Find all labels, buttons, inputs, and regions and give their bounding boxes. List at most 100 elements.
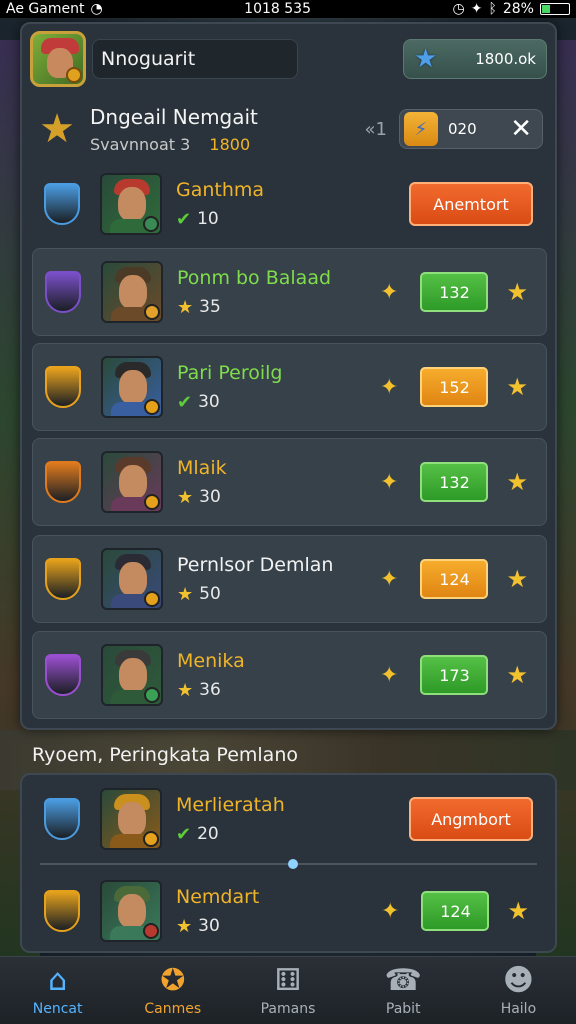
home-icon: ⌂ (48, 962, 68, 998)
section-chevron[interactable]: «1 (365, 119, 387, 140)
hero-avatar[interactable] (100, 173, 162, 235)
score-value: 50 (199, 584, 221, 604)
section-value: 1800 (209, 134, 251, 154)
player-score: ★ 50 (177, 584, 333, 605)
star-icon: ✦ (380, 566, 399, 592)
player-score: ✔ 10 (176, 209, 264, 230)
player-name: Ganthma (176, 178, 265, 201)
score-button[interactable]: 132 (420, 272, 489, 312)
star-icon: ★ (507, 897, 529, 925)
star-icon: ★ (177, 296, 194, 318)
player-name-field[interactable]: Nnoguarit (92, 39, 298, 79)
score-value: 30 (199, 487, 221, 507)
star-icon: ★ (177, 679, 194, 701)
signal-icon: ✦ (470, 1, 483, 17)
alarm-icon: ◷ (452, 1, 465, 17)
star-icon: ✦ (380, 662, 399, 688)
close-icon[interactable]: ✕ (510, 114, 532, 144)
score-button[interactable]: 132 (420, 462, 489, 502)
check-icon: ✔ (176, 823, 192, 845)
nav-item-canmes[interactable]: ✪ Canmes (115, 957, 230, 1024)
currency-display[interactable]: ★ 1800.ok (403, 39, 547, 79)
section-title: Dngeail Nemgait (90, 104, 258, 129)
rank-badge-icon (40, 795, 84, 843)
battery-icon (539, 3, 570, 15)
rank-badge-icon (40, 887, 84, 935)
star-icon: ★ (177, 486, 194, 508)
rank-badge-icon (41, 651, 85, 699)
rank-badge-icon (41, 555, 85, 603)
score-button[interactable]: 124 (420, 559, 489, 599)
nav-label: Hailo (500, 1000, 537, 1017)
dice-icon: ⚅ (274, 962, 302, 998)
rank-badge-icon (41, 458, 85, 506)
table-row: Pernlsor Demlan ★ 50 ✦ 124 ★ (32, 535, 547, 623)
nav-item-nencat[interactable]: ⌂ Nencat (0, 957, 115, 1024)
table-row: Menika ★ 36 ✦ 173 ★ (32, 631, 547, 719)
player-score: ★ 30 (177, 487, 227, 508)
wifi-icon: ◔ (90, 1, 103, 17)
action-button[interactable]: Angmbort (409, 797, 533, 841)
check-icon: ✔ (176, 208, 192, 230)
section-subtitle: Svavnnoat 3 (90, 134, 191, 154)
nav-item-hailo[interactable]: ☻ Hailo (461, 957, 576, 1024)
status-bar: Ae Gament ◔ 1018 535 ◷ ✦ ᛒ 28% (0, 0, 576, 18)
player-score: ✔ 20 (176, 824, 285, 845)
chat-icon: ☎ (384, 962, 422, 998)
player-name: Ponm bo Balaad (177, 266, 332, 289)
star-icon: ★ (414, 44, 438, 74)
counter-pill[interactable]: ⚡ 020 ✕ (399, 109, 543, 149)
player-score: ★ 35 (177, 297, 331, 318)
hero-avatar[interactable] (100, 788, 162, 850)
currency-value: 1800.ok (475, 50, 536, 68)
battery-percent: 28% (502, 1, 534, 17)
star-icon: ✦ (380, 469, 399, 495)
player-name: Pernlsor Demlan (177, 553, 334, 576)
bottom-nav: ⌂ Nencat ✪ Canmes ⚅ Pamans ☎ Pabit ☻ Hailo (0, 956, 576, 1024)
hero-avatar[interactable] (101, 356, 163, 418)
avatar[interactable] (30, 31, 86, 87)
section2-title: Ryoem, Peringkata Pemlano (32, 744, 298, 766)
star-icon: ★ (506, 278, 528, 306)
clock-label: 1018 535 (244, 1, 311, 17)
star-icon: ✦ (380, 374, 399, 400)
nav-label: Nencat (32, 1000, 83, 1017)
action-button[interactable]: Anemtort (409, 182, 533, 226)
nav-item-pamans[interactable]: ⚅ Pamans (230, 957, 345, 1024)
table-row: Ganthma ✔ 10 Anemtort (32, 160, 547, 248)
hero-avatar[interactable] (101, 548, 163, 610)
score-value: 36 (199, 680, 221, 700)
table-row: Merlieratah ✔ 20 Angmbort (32, 775, 547, 863)
score-value: 30 (198, 392, 220, 412)
hero-avatar[interactable] (101, 261, 163, 323)
player-score: ✔ 30 (177, 392, 282, 413)
score-button[interactable]: 124 (421, 891, 490, 931)
hero-avatar[interactable] (101, 644, 163, 706)
rank-badge-icon (41, 268, 85, 316)
player-score: ★ 30 (176, 916, 259, 937)
nav-item-pabit[interactable]: ☎ Pabit (346, 957, 461, 1024)
check-icon: ✔ (177, 391, 193, 413)
player-name: Nemdart (176, 885, 260, 908)
table-row: Pari Peroilg ✔ 30 ✦ 152 ★ (32, 343, 547, 431)
hero-avatar[interactable] (100, 880, 162, 942)
score-value: 35 (199, 297, 221, 317)
star-icon: ★ (176, 915, 193, 937)
player-score: ★ 36 (177, 680, 245, 701)
player-name: Pari Peroilg (177, 361, 283, 384)
carrier-label: Ae Gament (6, 1, 85, 17)
score-button[interactable]: 152 (420, 367, 489, 407)
score-button[interactable]: 173 (420, 655, 489, 695)
nav-label: Canmes (144, 1000, 202, 1017)
counter-value: 020 (448, 120, 477, 138)
player-name: Merlieratah (176, 793, 285, 816)
score-value: 30 (198, 916, 220, 936)
player-name: Mlaik (177, 456, 227, 479)
rank-badge-icon (41, 363, 85, 411)
trophy-icon: ★ (39, 106, 75, 152)
player-name: Menika (177, 649, 245, 672)
hero-avatar[interactable] (101, 451, 163, 513)
bluetooth-icon: ᛒ (488, 1, 497, 17)
section2-panel: Merlieratah ✔ 20 Angmbort Nemdart ★ 30 ✦ 124 ★ (20, 773, 557, 953)
nav-label: Pamans (260, 1000, 316, 1017)
